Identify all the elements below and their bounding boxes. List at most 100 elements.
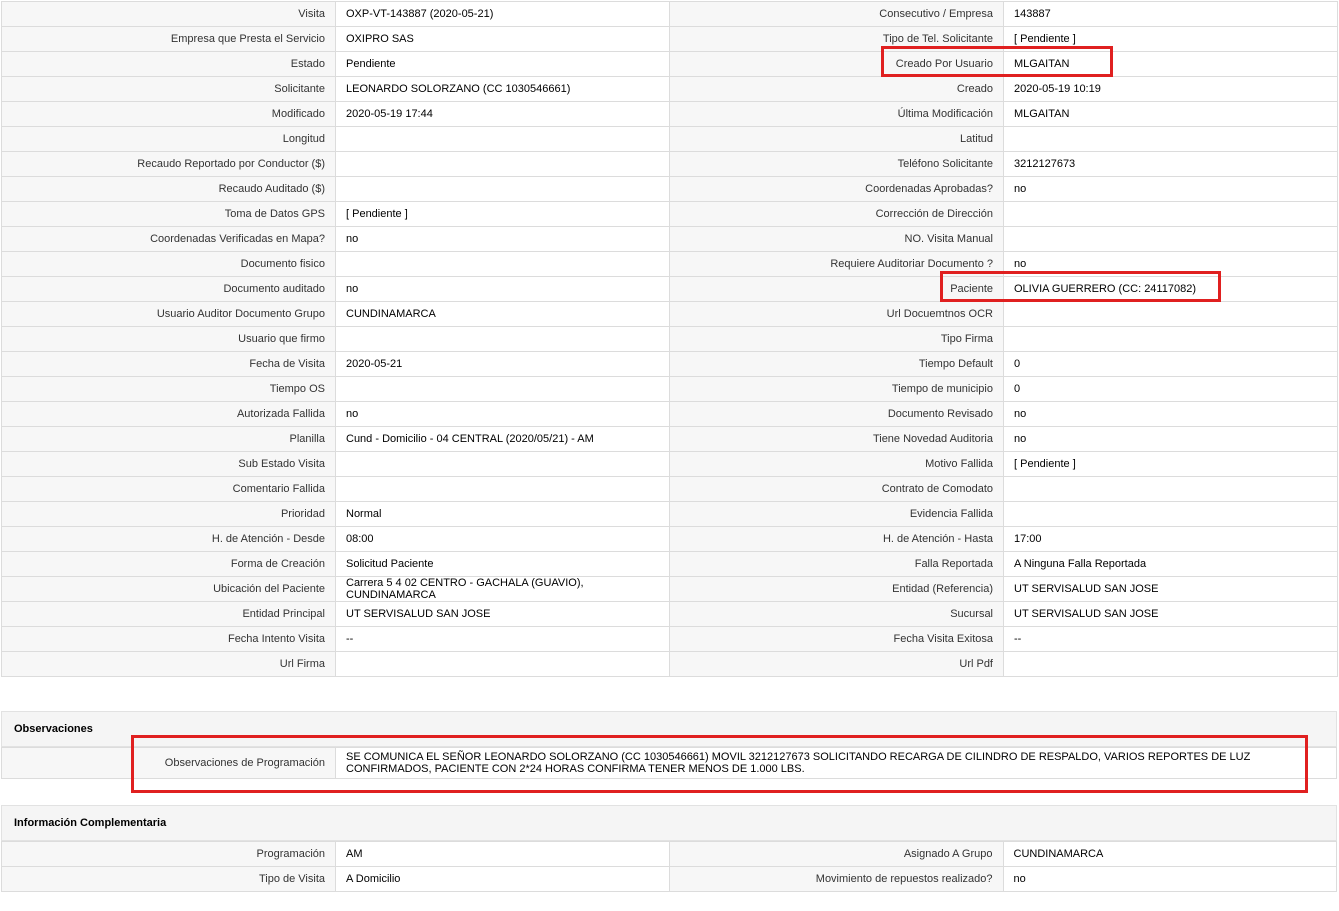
field-label-visita: Visita [1,1,336,27]
field-value-fecha-de-visita: 2020-05-21 [335,351,670,377]
field-label-tiene-novedad-auditoria: Tiene Novedad Auditoria [669,426,1004,452]
table-row: Sub Estado Visita Motivo Fallida[ Pendien… [1,451,1338,477]
field-label-ubicacion-del-paciente: Ubicación del Paciente [1,576,336,602]
field-value-toma-de-datos-gps: [ Pendiente ] [335,201,670,227]
field-value-asignado-a-grupo: CUNDINAMARCA [1002,841,1337,867]
field-value-documento-fisico [335,251,670,277]
field-label-empresa-que-presta-el-servicio: Empresa que Presta el Servicio [1,26,336,52]
field-label-planilla: Planilla [1,426,336,452]
field-value-prioridad: Normal [335,501,670,527]
field-value-requiere-auditoriar-documento: no [1003,251,1338,277]
field-value-url-firma [335,651,670,677]
field-label-consecutivo-empresa: Consecutivo / Empresa [669,1,1004,27]
table-row: Fecha de Visita 2020-05-21 Tiempo Default… [1,351,1338,377]
field-label-documento-auditado: Documento auditado [1,276,336,302]
field-value-programacion: AM [335,841,670,867]
field-label-tiempo-de-municipio: Tiempo de municipio [669,376,1004,402]
field-value-sucursal: UT SERVISALUD SAN JOSE [1003,601,1338,627]
field-value-fecha-visita-exitosa: -- [1003,626,1338,652]
field-value-entidad-referencia: UT SERVISALUD SAN JOSE [1003,576,1338,602]
field-value-comentario-fallida [335,476,670,502]
field-value-forma-de-creacion: Solicitud Paciente [335,551,670,577]
field-label-falla-reportada: Falla Reportada [669,551,1004,577]
field-label-documento-revisado: Documento Revisado [669,401,1004,427]
table-row: Modificado 2020-05-19 17:44 Última Modific… [1,101,1338,127]
table-row: Coordenadas Verificadas en Mapa? no NO. V… [1,226,1338,252]
field-value-modificado: 2020-05-19 17:44 [335,101,670,127]
field-label-correccion-de-direccion: Corrección de Dirección [669,201,1004,227]
table-row: Toma de Datos GPS[ Pendiente ] Corrección… [1,201,1338,227]
field-label-latitud: Latitud [669,126,1004,152]
table-row: Comentario Fallida Contrato de Comodato [1,476,1338,502]
field-label-contrato-de-comodato: Contrato de Comodato [669,476,1004,502]
field-label-longitud: Longitud [1,126,336,152]
field-value-evidencia-fallida [1003,501,1338,527]
field-value-url-docuemtnos-ocr [1003,301,1338,327]
field-label-tipo-de-visita: Tipo de Visita [1,866,336,892]
field-value-fecha-intento-visita: -- [335,626,670,652]
field-label-movimiento-de-repuestos-realizado: Movimiento de repuestos realizado? [668,866,1004,892]
field-label-estado: Estado [1,51,336,77]
field-label-sub-estado-visita: Sub Estado Visita [1,451,336,477]
field-label-fecha-de-visita: Fecha de Visita [1,351,336,377]
field-value-coordenadas-verificadas-en-mapa: no [335,226,670,252]
field-value-telefono-solicitante: 3212127673 [1003,151,1338,177]
field-label-creado-por-usuario: Creado Por Usuario [669,51,1004,77]
field-label-toma-de-datos-gps: Toma de Datos GPS [1,201,336,227]
field-value-ultima-modificacion: MLGAITAN [1003,101,1338,127]
field-value-ubicacion-del-paciente: Carrera 5 4 02 CENTRO - GACHALA (GUAVIO)… [335,576,670,602]
field-value-falla-reportada: A Ninguna Falla Reportada [1003,551,1338,577]
field-label-fecha-intento-visita: Fecha Intento Visita [1,626,336,652]
field-label-programacion: Programación [1,841,336,867]
field-label-modificado: Modificado [1,101,336,127]
field-label-entidad-referencia: Entidad (Referencia) [669,576,1004,602]
table-row: Longitud Latitud [1,126,1338,152]
field-value-entidad-principal: UT SERVISALUD SAN JOSE [335,601,670,627]
field-label-solicitante: Solicitante [1,76,336,102]
table-row: Url Firma Url Pdf [1,651,1338,677]
field-label-fecha-visita-exitosa: Fecha Visita Exitosa [669,626,1004,652]
table-row: Documento auditado no Paciente OLIVIA GUER… [1,276,1338,302]
table-row: Fecha Intento Visita -- Fecha Visita Exit… [1,626,1338,652]
table-row: Usuario que firmo Tipo Firma [1,326,1338,352]
field-label-url-firma: Url Firma [1,651,336,677]
table-row: Usuario Auditor Documento Grupo CUNDINAMA… [1,301,1338,327]
field-label-usuario-auditor-documento-grupo: Usuario Auditor Documento Grupo [1,301,336,327]
table-row: H. de Atención - Desde 08:00 H. de Atenció… [1,526,1338,552]
field-label-tipo-de-tel-solicitante: Tipo de Tel. Solicitante [669,26,1004,52]
field-value-consecutivo-empresa: 143887 [1003,1,1338,27]
table-row: Tiempo OS Tiempo de municipio 0 [1,376,1338,402]
field-value-contrato-de-comodato [1003,476,1338,502]
field-label-telefono-solicitante: Teléfono Solicitante [669,151,1004,177]
field-value-motivo-fallida: [ Pendiente ] [1003,451,1338,477]
field-value-solicitante: LEONARDO SOLORZANO (CC 1030546661) [335,76,670,102]
informacion-complementaria-table: Programación AM Asignado A Grupo CUNDINAMAR… [1,841,1337,892]
field-label-prioridad: Prioridad [1,501,336,527]
field-value-visita: OXP-VT-143887 (2020-05-21) [335,1,670,27]
field-label-requiere-auditoriar-documento: Requiere Auditoriar Documento ? [669,251,1004,277]
visit-details-table: Visita OXP-VT-143887 (2020-05-21) Consecut… [1,1,1338,677]
field-value-url-pdf [1003,651,1338,677]
field-value-usuario-auditor-documento-grupo: CUNDINAMARCA [335,301,670,327]
field-value-correccion-de-direccion [1003,201,1338,227]
field-value-no-visita-manual [1003,226,1338,252]
table-row: Prioridad Normal Evidencia Fallida [1,501,1338,527]
table-row: Tipo de Visita A Domicilio Movimiento de r… [1,866,1337,892]
field-label-tipo-firma: Tipo Firma [669,326,1004,352]
field-label-forma-de-creacion: Forma de Creación [1,551,336,577]
observaciones-programacion-value: SE COMUNICA EL SEÑOR LEONARDO SOLORZANO … [335,747,1337,779]
field-label-creado: Creado [669,76,1004,102]
observaciones-programacion-label: Observaciones de Programación [1,747,336,779]
field-label-recaudo-reportado-por-conductor: Recaudo Reportado por Conductor ($) [1,151,336,177]
table-row: Recaudo Reportado por Conductor ($) Teléf… [1,151,1338,177]
field-value-latitud [1003,126,1338,152]
table-row: Empresa que Presta el Servicio OXIPRO SAS… [1,26,1338,52]
field-label-sucursal: Sucursal [669,601,1004,627]
field-value-usuario-que-firmo [335,326,670,352]
informacion-complementaria-section: Información Complementaria Programación A… [1,805,1337,892]
field-value-tiene-novedad-auditoria: no [1003,426,1338,452]
field-label-tiempo-default: Tiempo Default [669,351,1004,377]
field-value-autorizada-fallida: no [335,401,670,427]
table-row: Visita OXP-VT-143887 (2020-05-21) Consecut… [1,1,1338,27]
field-value-creado-por-usuario: MLGAITAN [1003,51,1338,77]
